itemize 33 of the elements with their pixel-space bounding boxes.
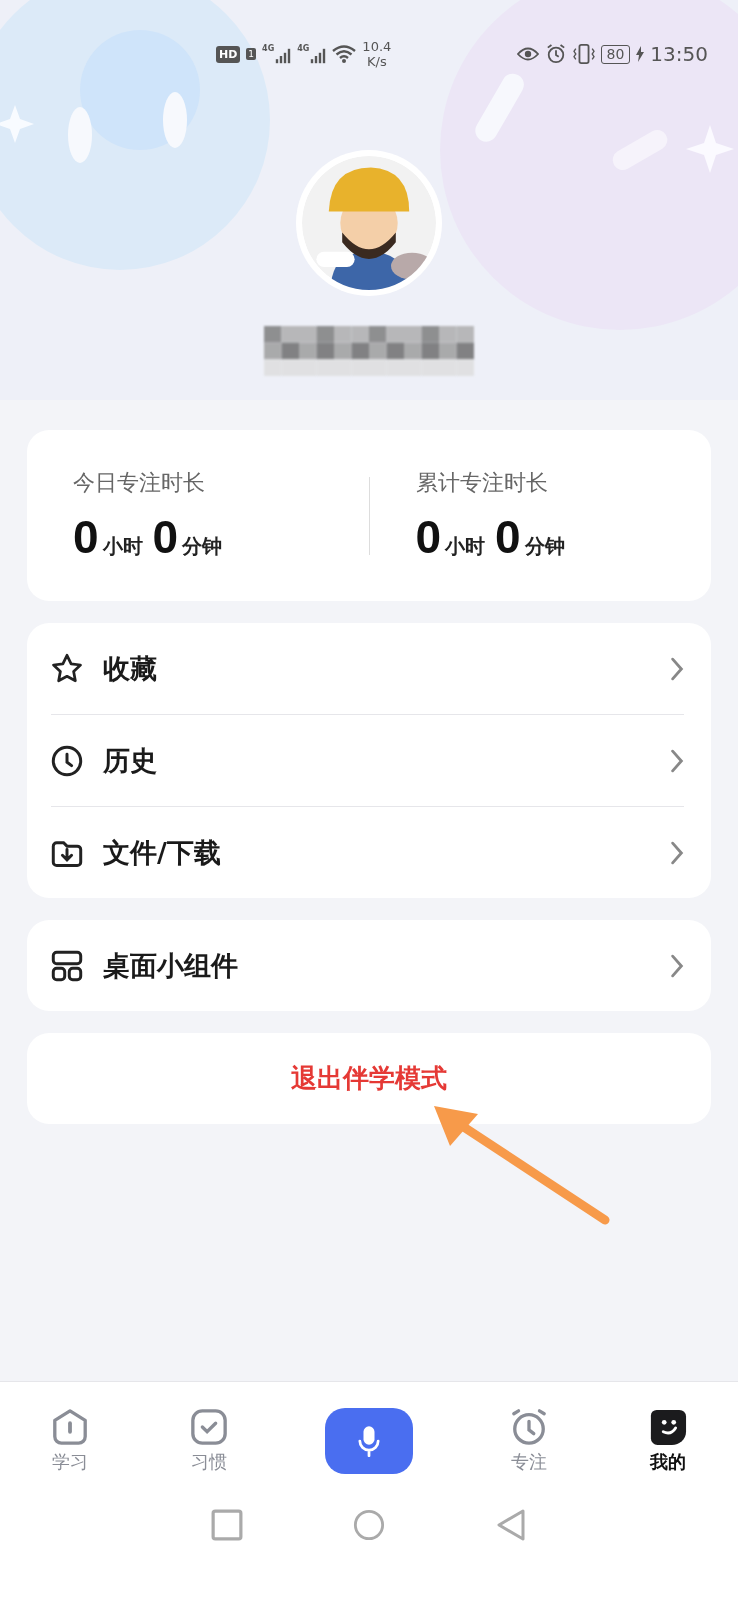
minutes-unit: 分钟 <box>182 532 223 560</box>
chevron-icon <box>670 656 684 681</box>
check-icon <box>190 1408 229 1446</box>
hours-unit: 小时 <box>445 532 486 560</box>
alarm-clock-icon <box>509 1408 548 1446</box>
nav-tab[interactable]: 我的 <box>598 1408 738 1474</box>
menu-item[interactable]: 桌面小组件 <box>51 920 684 1011</box>
hours-value: 0 <box>73 509 99 564</box>
exit-button[interactable]: 退出伴学模式 <box>27 1033 711 1124</box>
widget-icon <box>51 949 83 982</box>
voice-button[interactable] <box>325 1408 413 1474</box>
hours-unit: 小时 <box>102 532 143 560</box>
home-button[interactable] <box>353 1508 385 1542</box>
recents-button[interactable] <box>211 1508 243 1542</box>
minutes-unit: 分钟 <box>524 532 565 560</box>
stat-label: 累计专注时长 <box>415 468 549 497</box>
star-icon <box>51 652 83 685</box>
chevron-icon <box>670 840 684 865</box>
nav-tab[interactable]: 专注 <box>459 1408 599 1474</box>
hours-value: 0 <box>415 509 442 564</box>
home-icon <box>50 1408 89 1446</box>
chevron-icon <box>670 953 684 978</box>
menu-item[interactable]: 收藏 <box>51 623 684 714</box>
minutes-value: 0 <box>152 509 179 564</box>
stat-label: 今日专注时长 <box>73 468 206 497</box>
clock-icon <box>51 744 83 777</box>
chevron-icon <box>670 748 684 773</box>
smiley-icon <box>649 1408 688 1446</box>
minutes-value: 0 <box>495 509 521 564</box>
menu-item[interactable]: 文件/下载 <box>51 807 684 898</box>
microphone-icon <box>358 1425 380 1457</box>
back-button[interactable] <box>495 1508 527 1542</box>
menu-item[interactable]: 历史 <box>51 715 684 806</box>
